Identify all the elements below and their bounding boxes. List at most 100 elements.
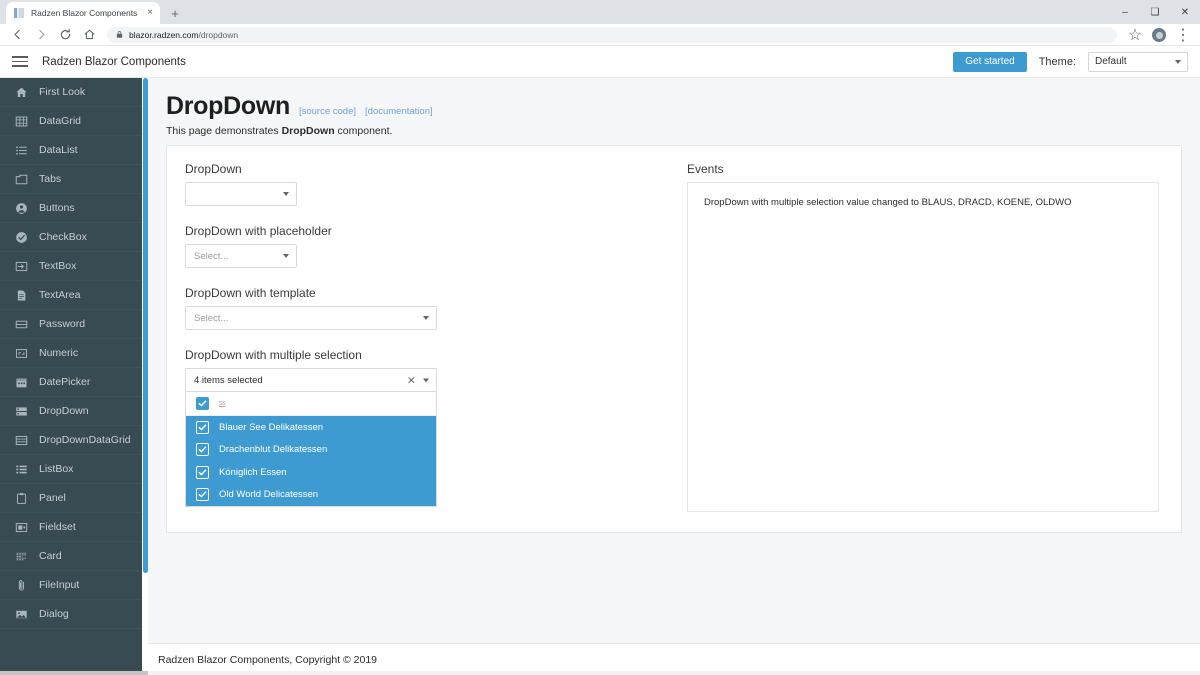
paperclip-icon [14, 578, 28, 592]
sidebar-item-dialog[interactable]: Dialog [0, 600, 148, 629]
option-label: Blauer See Delikatessen [219, 421, 324, 433]
dropdown-with-template[interactable]: Select... [185, 306, 437, 330]
chevron-down-icon [283, 192, 289, 196]
card-icon [14, 549, 28, 563]
sidebar-item-label: Fieldset [39, 521, 76, 533]
document-icon [14, 288, 28, 302]
profile-avatar[interactable] [1148, 25, 1170, 45]
window-controls: – ❑ ✕ [1110, 0, 1200, 24]
sidebar-item-card[interactable]: Card [0, 542, 148, 571]
sidebar-item-label: CheckBox [39, 231, 87, 243]
reload-icon[interactable] [54, 25, 76, 45]
sidebar-item-panel[interactable]: Panel [0, 484, 148, 513]
sidebar-item-label: DatePicker [39, 376, 91, 388]
sidebar-item-fieldset[interactable]: Fieldset [0, 513, 148, 542]
demo-card: DropDown DropDown with placeholder Selec… [166, 145, 1182, 533]
sidebar-item-label: Dialog [39, 608, 69, 620]
events-title: Events [687, 162, 724, 176]
multiselect-option[interactable]: Blauer See Delikatessen [186, 416, 436, 439]
panel-icon [14, 491, 28, 505]
page-title-row: DropDown [source code] [documentation] [166, 92, 1182, 121]
tabs-icon [14, 172, 28, 186]
sidebar-item-buttons[interactable]: Buttons [0, 194, 148, 223]
option-checkbox[interactable] [196, 465, 209, 479]
sidebar-item-label: DropDownDataGrid [39, 434, 131, 446]
browser-window: Radzen Blazor Components × + – ❑ ✕ blazo… [0, 0, 1200, 675]
sidebar-item-label: Panel [39, 492, 66, 504]
browser-tab-title: Radzen Blazor Components [31, 8, 138, 18]
multiselect-filter-row: ss [186, 392, 436, 416]
documentation-link[interactable]: [documentation] [365, 106, 433, 117]
favicon-icon [13, 7, 25, 19]
sidebar-item-numeric[interactable]: Numeric [0, 339, 148, 368]
sidebar: First Look DataGrid DataList Tabs Button… [0, 78, 148, 675]
sidebar-item-datalist[interactable]: DataList [0, 136, 148, 165]
sidebar-item-label: ListBox [39, 463, 74, 475]
dropdown-multiselect-label: DropDown with multiple selection [185, 348, 362, 362]
sidebar-item-dropdowndatagrid[interactable]: DropDownDataGrid [0, 426, 148, 455]
sidebar-item-checkbox[interactable]: CheckBox [0, 223, 148, 252]
image-icon [14, 607, 28, 621]
window-close-button[interactable]: ✕ [1170, 0, 1200, 24]
back-icon[interactable] [6, 25, 28, 45]
dropdown-label: DropDown [185, 162, 242, 176]
sidebar-item-textbox[interactable]: TextBox [0, 252, 148, 281]
check-circle-icon [14, 230, 28, 244]
window-minimize-button[interactable]: – [1110, 0, 1140, 24]
sidebar-item-dropdown[interactable]: DropDown [0, 397, 148, 426]
demo-column: DropDown DropDown with placeholder Selec… [167, 162, 687, 532]
dropdown-placeholder-text: Select... [194, 250, 229, 262]
window-maximize-button[interactable]: ❑ [1140, 0, 1170, 24]
page-scrollbar-thumb[interactable] [0, 671, 148, 675]
tab-close-icon[interactable]: × [147, 8, 153, 18]
home-icon[interactable] [78, 25, 100, 45]
multiselect-option[interactable]: Drachenblut Delikatessen [186, 438, 436, 461]
sidebar-item-listbox[interactable]: ListBox [0, 455, 148, 484]
sidebar-item-fileinput[interactable]: FileInput [0, 571, 148, 600]
select-all-checkbox[interactable] [196, 397, 209, 410]
sidebar-item-password[interactable]: Password [0, 310, 148, 339]
sidebar-item-datepicker[interactable]: DatePicker [0, 368, 148, 397]
sidebar-item-first-look[interactable]: First Look [0, 78, 148, 107]
page-horizontal-scrollbar[interactable] [0, 671, 1200, 675]
clear-selection-icon[interactable]: × [407, 375, 416, 386]
sidebar-item-datagrid[interactable]: DataGrid [0, 107, 148, 136]
sidebar-item-textarea[interactable]: TextArea [0, 281, 148, 310]
forward-icon[interactable] [30, 25, 52, 45]
option-checkbox[interactable] [196, 488, 209, 502]
page-title: DropDown [166, 92, 290, 120]
dropdown-with-placeholder[interactable]: Select... [185, 244, 297, 268]
theme-select-value: Default [1095, 56, 1127, 67]
bookmark-star-icon[interactable]: ☆ [1124, 25, 1146, 45]
theme-select[interactable]: Default [1088, 51, 1188, 72]
new-tab-button[interactable]: + [164, 2, 186, 24]
multiselect-filter-input[interactable]: ss [219, 397, 426, 411]
hamburger-menu-icon[interactable] [12, 52, 32, 72]
dropdown-placeholder-group: DropDown with placeholder Select... [185, 224, 687, 268]
sidebar-item-label: FileInput [39, 579, 80, 591]
sidebar-scrollbar-track[interactable] [142, 78, 148, 675]
multiselect-option[interactable]: Old World Delicatessen [186, 483, 436, 506]
multiselect-dropdown-panel: ss Blauer See Delikatessen Drachenblut D… [185, 392, 437, 507]
address-bar[interactable]: blazor.radzen.com/dropdown [107, 26, 1117, 43]
multiselect-option[interactable]: Königlich Essen [186, 461, 436, 484]
option-checkbox[interactable] [196, 443, 209, 457]
app-header: Radzen Blazor Components Get started The… [0, 46, 1200, 78]
home-icon [14, 85, 28, 99]
password-icon [14, 317, 28, 331]
dropdown-multiselect[interactable]: 4 items selected × [185, 368, 437, 392]
browser-tab[interactable]: Radzen Blazor Components × [6, 2, 160, 24]
option-label: Königlich Essen [219, 466, 287, 478]
lock-icon [115, 30, 124, 39]
grid-icon [14, 114, 28, 128]
browser-menu-icon[interactable]: ⋮ [1172, 25, 1194, 45]
option-checkbox[interactable] [196, 420, 209, 434]
get-started-button[interactable]: Get started [953, 51, 1027, 72]
sidebar-item-label: Numeric [39, 347, 79, 359]
dropdown-basic[interactable] [185, 182, 297, 206]
sidebar-item-tabs[interactable]: Tabs [0, 165, 148, 194]
sidebar-scrollbar-thumb[interactable] [142, 78, 148, 573]
footer-text: Radzen Blazor Components, Copyright © 20… [158, 653, 378, 666]
datagrid-icon [14, 433, 28, 447]
source-code-link[interactable]: [source code] [299, 106, 356, 117]
